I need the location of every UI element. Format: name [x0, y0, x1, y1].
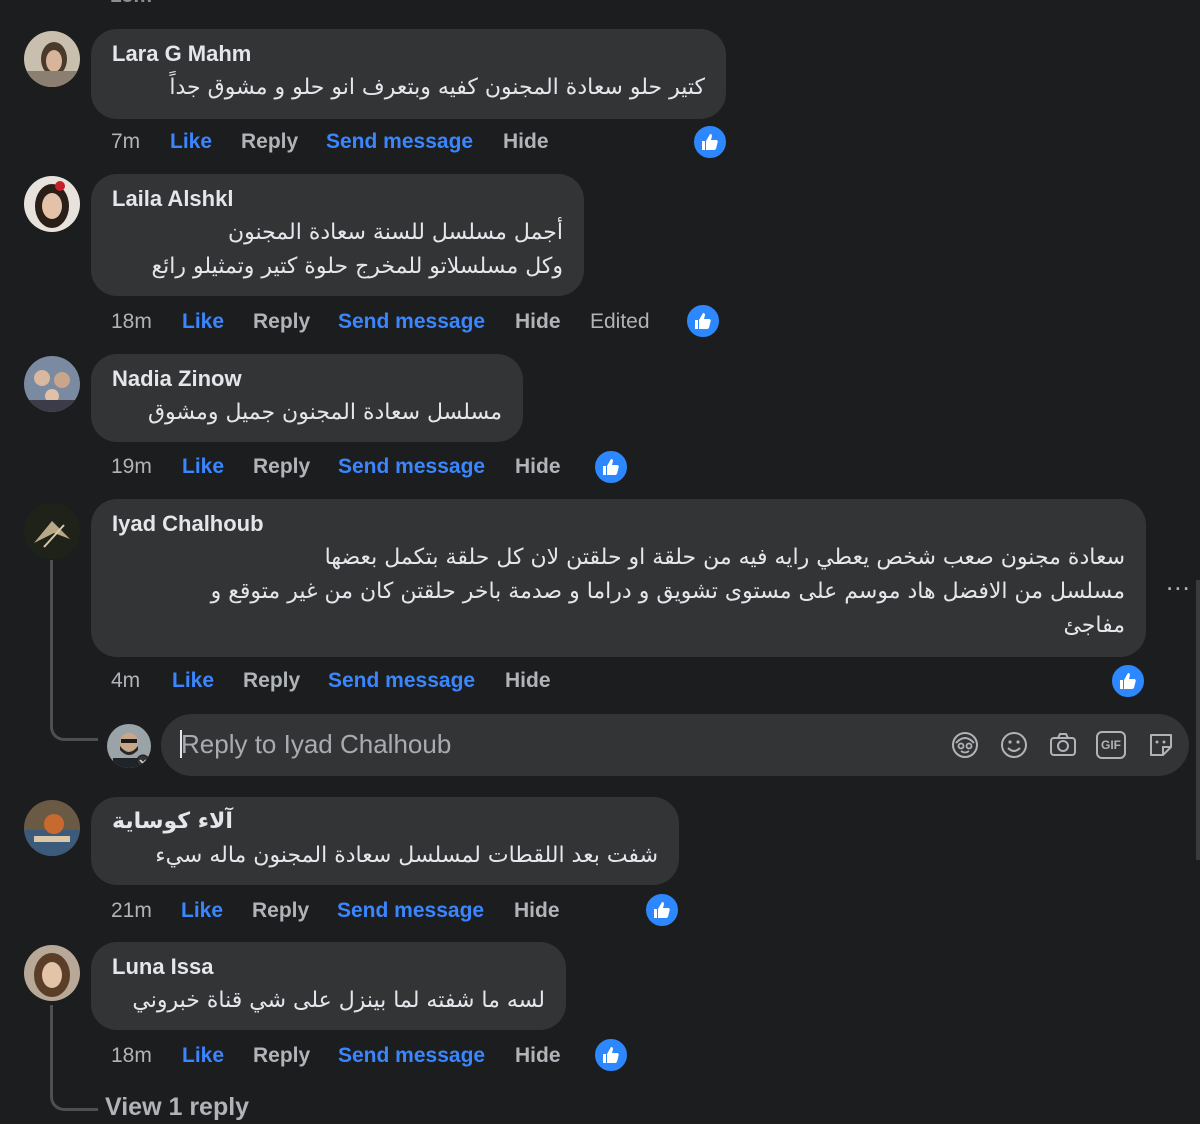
- reply-button[interactable]: Reply: [241, 130, 298, 154]
- comment-text: لسه ما شفته لما بينزل على شي قناة خبروني: [132, 988, 545, 1013]
- thumbs-up-icon[interactable]: [692, 124, 728, 160]
- comment-text: كتير حلو سعادة المجنون كفيه وبتعرف انو ح…: [169, 75, 705, 100]
- cropped-actions-row: 15m: [110, 0, 152, 8]
- send-message-button[interactable]: Send message: [328, 669, 475, 693]
- comment-author[interactable]: Iyad Chalhoub: [112, 511, 264, 537]
- comment-author[interactable]: Laila Alshkl: [112, 186, 233, 212]
- thread-connector: [50, 1005, 98, 1111]
- thumbs-up-icon[interactable]: [644, 892, 680, 928]
- comment-bubble: Lara G Mahm كتير حلو سعادة المجنون كفيه …: [91, 29, 726, 119]
- comment-time[interactable]: 4m: [111, 669, 140, 693]
- gif-icon[interactable]: GIF: [1096, 731, 1126, 759]
- comments-panel: 15m Lara G Mahm كتير حلو سعادة المجنون ك…: [0, 0, 1200, 1124]
- comment-author[interactable]: Luna Issa: [112, 954, 213, 980]
- edited-label: Edited: [590, 310, 650, 333]
- send-message-button[interactable]: Send message: [338, 455, 485, 479]
- avatar[interactable]: [24, 503, 80, 559]
- send-message-button[interactable]: Send message: [326, 130, 473, 154]
- like-button[interactable]: Like: [182, 455, 224, 479]
- camera-icon[interactable]: [1047, 729, 1079, 761]
- comment-actions: 21m Like Reply Send message Hide: [111, 899, 611, 929]
- hide-button[interactable]: Hide: [515, 310, 561, 334]
- comment-author[interactable]: آلاء كوساية: [112, 809, 233, 834]
- thumbs-up-icon[interactable]: [685, 303, 721, 339]
- scrollbar[interactable]: [1196, 580, 1200, 860]
- comment-time[interactable]: 18m: [111, 310, 152, 334]
- current-user-avatar[interactable]: [107, 724, 151, 768]
- comment-time[interactable]: 19m: [111, 455, 152, 479]
- comment-author[interactable]: Nadia Zinow: [112, 366, 242, 392]
- avatar[interactable]: [24, 945, 80, 1001]
- comment-text: مسلسل سعادة المجنون جميل ومشوق: [147, 400, 502, 425]
- comment-author[interactable]: Lara G Mahm: [112, 41, 251, 67]
- like-button[interactable]: Like: [172, 669, 214, 693]
- reply-button[interactable]: Reply: [253, 455, 310, 479]
- avatar[interactable]: [24, 800, 80, 856]
- hide-button[interactable]: Hide: [503, 130, 549, 154]
- like-button[interactable]: Like: [182, 310, 224, 334]
- comment-text: سعادة مجنون صعب شخص يعطي رايه فيه من حلق…: [210, 545, 1125, 638]
- reply-button[interactable]: Reply: [243, 669, 300, 693]
- reply-composer: GIF: [161, 714, 1189, 776]
- comment-actions: 18m Like Reply Send message Hide Edited: [111, 310, 671, 340]
- thumbs-up-icon[interactable]: [1110, 663, 1146, 699]
- comment-bubble: Iyad Chalhoub سعادة مجنون صعب شخص يعطي ر…: [91, 499, 1146, 657]
- comment-bubble: Laila Alshkl أجمل مسلسل للسنة سعادة المج…: [91, 174, 584, 296]
- comment-time[interactable]: 18m: [111, 1044, 152, 1068]
- like-button[interactable]: Like: [170, 130, 212, 154]
- like-button[interactable]: Like: [182, 1044, 224, 1068]
- sticker-icon[interactable]: [1145, 729, 1177, 761]
- view-replies-link[interactable]: View 1 reply: [105, 1093, 249, 1122]
- comment-actions: 19m Like Reply Send message Hide: [111, 455, 611, 485]
- comment-time[interactable]: 21m: [111, 899, 152, 923]
- more-horizontal-icon[interactable]: ...: [1166, 566, 1191, 597]
- like-button[interactable]: Like: [181, 899, 223, 923]
- send-message-button[interactable]: Send message: [338, 1044, 485, 1068]
- reply-button[interactable]: Reply: [253, 1044, 310, 1068]
- hide-button[interactable]: Hide: [505, 669, 551, 693]
- comment-bubble: Luna Issa لسه ما شفته لما بينزل على شي ق…: [91, 942, 566, 1030]
- comment-bubble: آلاء كوساية شفت بعد اللقطات لمسلسل سعادة…: [91, 797, 679, 885]
- comment-actions: 7m Like Reply Send message Hide: [111, 130, 671, 160]
- comment-text: شفت بعد اللقطات لمسلسل سعادة المجنون مال…: [155, 843, 658, 868]
- emoji-icon[interactable]: [998, 729, 1030, 761]
- comment-text: أجمل مسلسل للسنة سعادة المجنون وكل مسلسل…: [151, 220, 563, 279]
- reply-button[interactable]: Reply: [252, 899, 309, 923]
- hide-button[interactable]: Hide: [515, 1044, 561, 1068]
- reply-button[interactable]: Reply: [253, 310, 310, 334]
- thumbs-up-icon[interactable]: [593, 449, 629, 485]
- avatar[interactable]: [24, 356, 80, 412]
- comment-time[interactable]: 7m: [111, 130, 140, 154]
- thumbs-up-icon[interactable]: [593, 1037, 629, 1073]
- send-message-button[interactable]: Send message: [337, 899, 484, 923]
- hide-button[interactable]: Hide: [515, 455, 561, 479]
- avatar-sticker-icon[interactable]: [949, 729, 981, 761]
- comment-actions: 18m Like Reply Send message Hide: [111, 1044, 611, 1074]
- send-message-button[interactable]: Send message: [338, 310, 485, 334]
- avatar[interactable]: [24, 176, 80, 232]
- hide-button[interactable]: Hide: [514, 899, 560, 923]
- cropped-time: 15m: [110, 0, 152, 7]
- comment-actions: 4m Like Reply Send message Hide: [111, 669, 611, 699]
- comment-bubble: Nadia Zinow مسلسل سعادة المجنون جميل ومش…: [91, 354, 523, 442]
- reply-input[interactable]: [179, 728, 883, 761]
- avatar[interactable]: [24, 31, 80, 87]
